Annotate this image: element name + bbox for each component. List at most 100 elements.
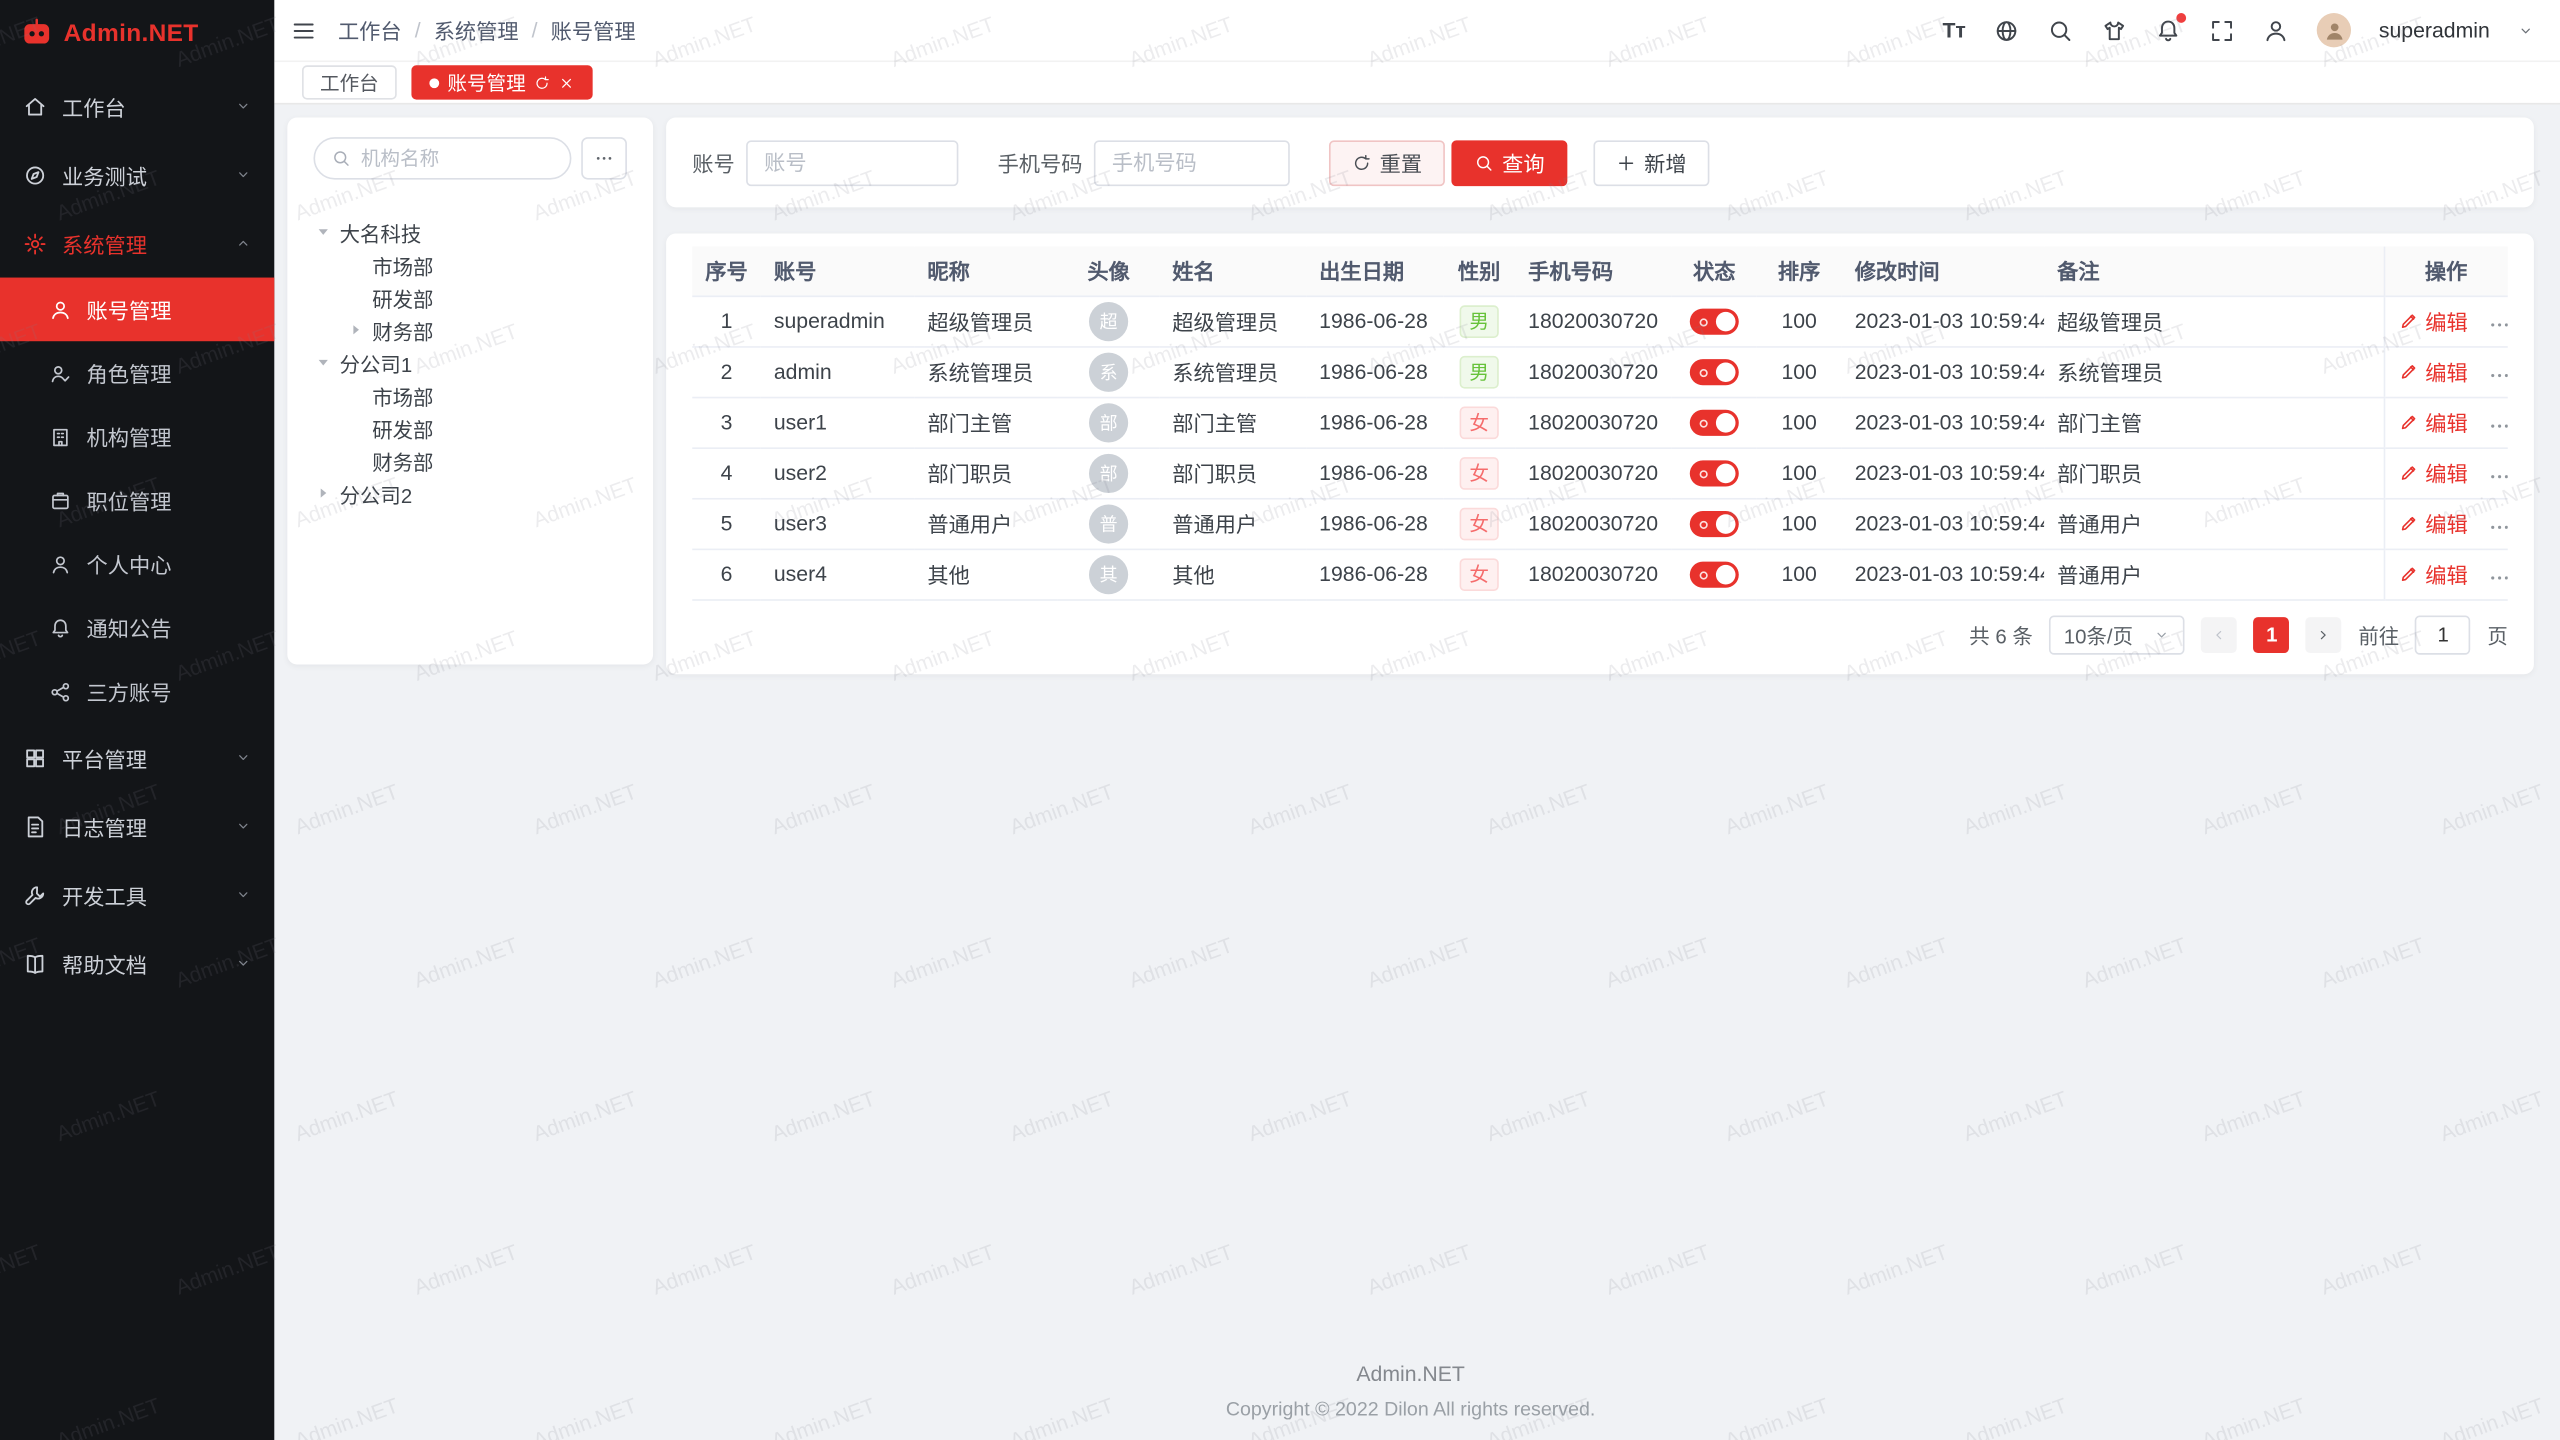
breadcrumb-item[interactable]: 账号管理: [551, 15, 636, 46]
tree-node-label: 财务部: [372, 314, 433, 345]
cell-gender: 男: [1443, 296, 1515, 347]
sidebar-subitem-third-account[interactable]: 三方账号: [0, 660, 274, 724]
menu-label: 三方账号: [87, 676, 172, 707]
cell-index: 2: [692, 346, 761, 397]
org-search-input[interactable]: [361, 147, 554, 170]
row-more-button[interactable]: [2487, 466, 2507, 489]
search-icon[interactable]: [2047, 17, 2073, 43]
close-icon[interactable]: [558, 74, 574, 90]
tool-icon: [23, 882, 47, 906]
refresh-icon[interactable]: [534, 74, 550, 90]
row-more-button[interactable]: [2487, 415, 2507, 438]
next-page-button[interactable]: [2306, 616, 2342, 652]
tree-node[interactable]: 研发部: [313, 281, 626, 314]
tree-node[interactable]: 市场部: [313, 379, 626, 412]
current-page[interactable]: 1: [2254, 616, 2290, 652]
caret-right-icon[interactable]: [346, 322, 366, 338]
edit-button[interactable]: 编辑: [2398, 457, 2468, 488]
status-toggle[interactable]: [1690, 409, 1739, 435]
sidebar-item-devtools[interactable]: 开发工具: [0, 860, 274, 929]
cell-birth: 1986-06-28: [1306, 498, 1443, 549]
row-more-button[interactable]: [2487, 567, 2507, 590]
cell-status: [1672, 447, 1757, 498]
username[interactable]: superadmin: [2379, 18, 2490, 42]
sidebar-item-help[interactable]: 帮助文档: [0, 929, 274, 998]
edit-button[interactable]: 编辑: [2398, 355, 2468, 386]
sidebar-item-business-test[interactable]: 业务测试: [0, 140, 274, 209]
search-button[interactable]: 查询: [1452, 140, 1568, 186]
column-header: 昵称: [914, 247, 1058, 296]
goto-page-input[interactable]: [2415, 615, 2471, 654]
edit-button[interactable]: 编辑: [2398, 305, 2468, 336]
breadcrumb-item[interactable]: 工作台: [338, 15, 402, 46]
org-more-button[interactable]: [581, 137, 627, 179]
account-input[interactable]: [746, 140, 958, 186]
tree-node[interactable]: 研发部: [313, 411, 626, 444]
caret-right-icon[interactable]: [313, 485, 333, 501]
tab-account-management[interactable]: 账号管理: [411, 65, 592, 99]
page-size-select[interactable]: 10条/页: [2049, 615, 2185, 654]
chevron-down-icon: [235, 887, 251, 903]
sidebar-item-platform[interactable]: 平台管理: [0, 723, 274, 792]
edit-button[interactable]: 编辑: [2398, 406, 2468, 437]
sidebar-item-workbench[interactable]: 工作台: [0, 72, 274, 141]
add-button[interactable]: 新增: [1594, 140, 1710, 186]
sidebar-subitem-notice[interactable]: 通知公告: [0, 596, 274, 660]
cell-index: 4: [692, 447, 761, 498]
cell-nickname: 系统管理员: [914, 346, 1058, 397]
font-size-icon[interactable]: Tт: [1942, 18, 1965, 42]
row-more-button[interactable]: [2487, 365, 2507, 388]
prev-page-button[interactable]: [2202, 616, 2238, 652]
cell-status: [1672, 397, 1757, 448]
sidebar-subitem-org[interactable]: 机构管理: [0, 405, 274, 469]
chevron-left-icon: [2211, 626, 2227, 642]
edit-button[interactable]: 编辑: [2398, 507, 2468, 538]
tree-node[interactable]: 财务部: [313, 444, 626, 477]
menu-collapse-icon[interactable]: [291, 17, 317, 43]
menu-label: 个人中心: [87, 549, 172, 580]
reset-button[interactable]: 重置: [1329, 140, 1445, 186]
user-avatar[interactable]: [2317, 13, 2351, 47]
breadcrumb-item[interactable]: 系统管理: [434, 15, 519, 46]
tab-workbench[interactable]: 工作台: [302, 65, 397, 99]
caret-spacer: [346, 420, 366, 436]
footer-copyright: Copyright © 2022 Dilon All rights reserv…: [287, 1398, 2534, 1421]
tree-node[interactable]: 财务部: [313, 313, 626, 346]
status-toggle[interactable]: [1690, 460, 1739, 486]
row-more-button[interactable]: [2487, 516, 2507, 539]
caret-down-icon[interactable]: [313, 224, 333, 240]
theme-icon[interactable]: [2101, 17, 2127, 43]
fullscreen-icon[interactable]: [2209, 17, 2235, 43]
sidebar-subitem-account[interactable]: 账号管理: [0, 278, 274, 342]
status-toggle[interactable]: [1690, 359, 1739, 385]
user-icon[interactable]: [2263, 17, 2289, 43]
sidebar-item-system[interactable]: 系统管理: [0, 209, 274, 278]
caret-down-icon[interactable]: [313, 354, 333, 370]
sidebar-item-log[interactable]: 日志管理: [0, 792, 274, 861]
cell-name: 部门职员: [1159, 447, 1306, 498]
status-toggle[interactable]: [1690, 561, 1739, 587]
chevron-up-icon: [235, 235, 251, 251]
breadcrumb-separator: /: [532, 18, 538, 42]
row-more-button[interactable]: [2487, 314, 2507, 337]
phone-input[interactable]: [1094, 140, 1290, 186]
notification-bell[interactable]: [2155, 17, 2181, 43]
cell-avatar: 系: [1058, 346, 1159, 397]
tree-node[interactable]: 市场部: [313, 248, 626, 281]
sidebar-subitem-profile[interactable]: 个人中心: [0, 532, 274, 596]
globe-icon[interactable]: [1994, 17, 2020, 43]
tree-node[interactable]: 大名科技: [313, 216, 626, 249]
footer-title: Admin.NET: [287, 1362, 2534, 1386]
edit-button[interactable]: 编辑: [2398, 558, 2468, 589]
tree-node[interactable]: 分公司1: [313, 346, 626, 379]
cell-status: [1672, 498, 1757, 549]
status-toggle[interactable]: [1690, 511, 1739, 537]
sidebar-subitem-position[interactable]: 职位管理: [0, 469, 274, 533]
table-row: 3user1部门主管部部门主管1986-06-28女18020030720100…: [692, 397, 2508, 448]
caret-spacer: [346, 289, 366, 305]
status-toggle[interactable]: [1690, 308, 1739, 334]
sidebar-subitem-role[interactable]: 角色管理: [0, 341, 274, 405]
tree-node[interactable]: 分公司2: [313, 477, 626, 510]
person-icon: [49, 553, 72, 576]
chevron-down-icon[interactable]: [2518, 22, 2534, 38]
